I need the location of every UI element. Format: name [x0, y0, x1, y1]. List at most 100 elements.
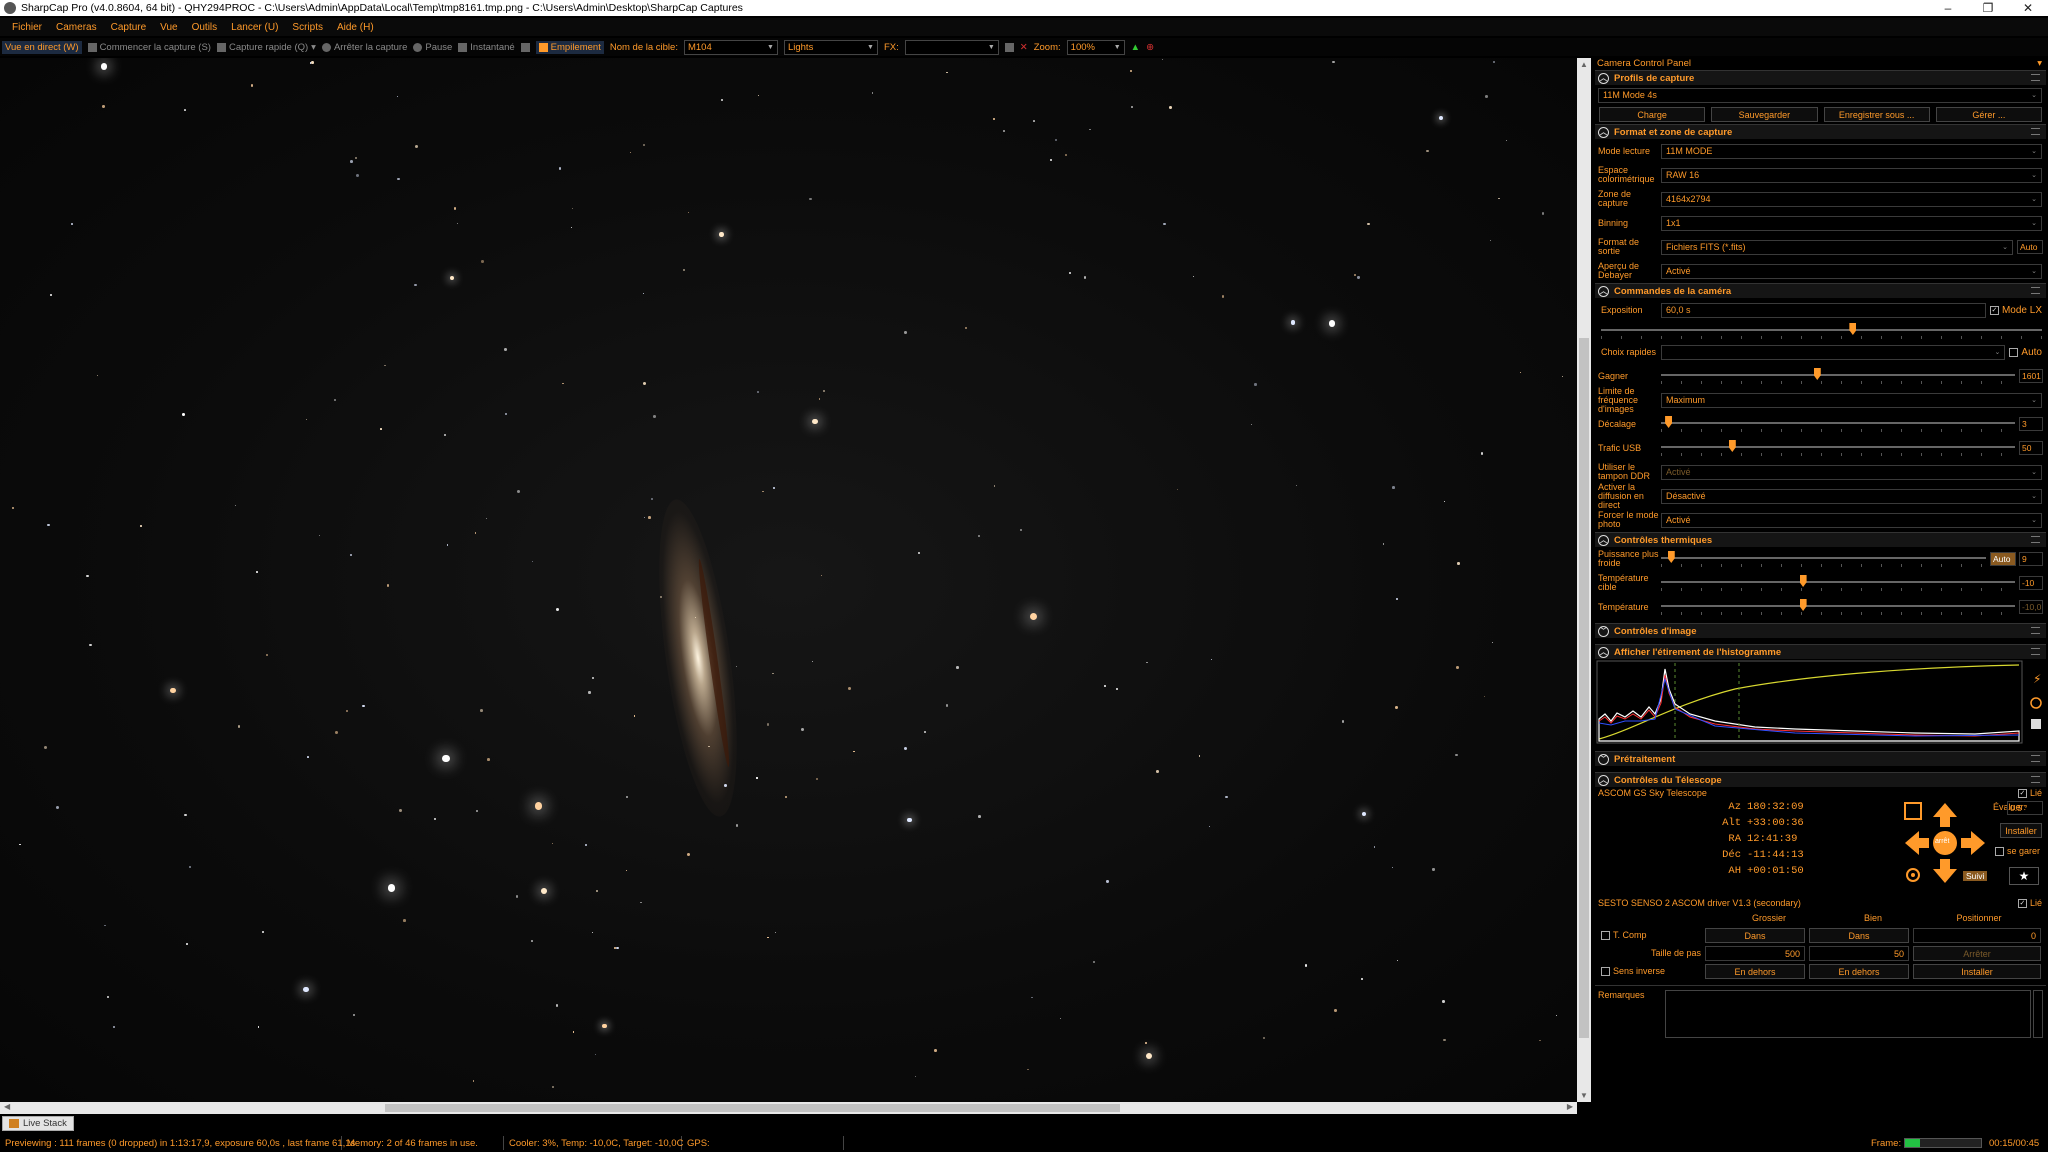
output-format-auto-button[interactable]: Auto — [2017, 240, 2043, 254]
horizontal-scroll-thumb[interactable] — [385, 1104, 1120, 1112]
exposure-slider-thumb[interactable] — [1849, 323, 1857, 335]
camera-controls-header[interactable]: ︿ Commandes de la caméra — [1595, 283, 2046, 298]
telescope-linked-checkbox[interactable]: ✓ — [2017, 788, 2027, 798]
menu-cameras[interactable]: Cameras — [56, 22, 97, 33]
scroll-down-icon[interactable]: ▼ — [1577, 1091, 1591, 1100]
collapse-icon[interactable]: ︿ — [1598, 72, 1609, 84]
format-header[interactable]: ︿ Format et zone de capture — [1595, 124, 2046, 139]
collapse-icon[interactable]: ︿ — [1598, 285, 1609, 297]
live-stack-tab[interactable]: Live Stack — [2, 1116, 74, 1131]
gain-slider-thumb[interactable] — [1813, 368, 1821, 380]
restore-button[interactable]: ❐ — [1968, 1, 2008, 15]
telescope-setup-button[interactable]: Installer — [2000, 823, 2042, 838]
quick-capture-button[interactable]: Capture rapide (Q) ▾ — [216, 42, 316, 53]
scroll-up-icon[interactable]: ▲ — [1577, 60, 1591, 69]
zoom-select[interactable]: 100% ▼ — [1066, 39, 1125, 55]
cooler-power-slider[interactable] — [1661, 550, 1986, 568]
thermal-header[interactable]: ︿ Contrôles thermiques — [1595, 532, 2046, 547]
exposure-slider[interactable] — [1601, 322, 2042, 340]
save-as-profile-button[interactable]: Enregistrer sous ... — [1823, 107, 1930, 122]
focuser-setup-button[interactable]: Installer — [1913, 964, 2041, 979]
coarse-in-button[interactable]: Dans — [1705, 928, 1805, 943]
position-input[interactable]: 0 — [1913, 928, 2041, 943]
collapse-icon[interactable]: ︿ — [1598, 126, 1609, 138]
expand-icon[interactable]: ﹀ — [1598, 625, 1609, 637]
star-icon[interactable]: ★ — [2009, 867, 2039, 885]
read-mode-select[interactable]: 11M MODE ⌄ — [1661, 143, 2042, 159]
drag-handle-icon[interactable] — [2031, 74, 2040, 81]
histogram-display[interactable]: ⚡ — [1595, 659, 2046, 747]
horizontal-scrollbar[interactable]: ◀ ▶ — [0, 1102, 1577, 1114]
manage-profiles-button[interactable]: Gérer ... — [1935, 107, 2042, 122]
drag-handle-icon[interactable] — [2031, 776, 2040, 783]
chevron-down-icon[interactable]: ▼ — [1114, 44, 1121, 51]
coarse-step-input[interactable]: 500 — [1705, 946, 1805, 961]
temp-comp-checkbox[interactable] — [1601, 930, 1610, 940]
preprocessing-header[interactable]: ﹀ Prétraitement — [1595, 751, 2046, 766]
image-controls-header[interactable]: ﹀ Contrôles d'image — [1595, 623, 2046, 638]
drag-handle-icon[interactable] — [2031, 755, 2040, 762]
live-stream-select[interactable]: Désactivé ⌄ — [1661, 488, 2042, 504]
save-profile-button[interactable]: Sauvegarder — [1711, 107, 1818, 122]
profile-select[interactable]: 11M Mode 4s ⌄ — [1598, 87, 2042, 103]
image-viewer[interactable] — [0, 58, 1577, 1102]
notes-textarea[interactable] — [1665, 990, 2031, 1038]
menu-aide[interactable]: Aide (H) — [337, 22, 374, 33]
tools-icon[interactable] — [520, 42, 530, 52]
ddr-buffer-select[interactable]: Activé ⌄ — [1661, 464, 2042, 480]
target-temp-slider-thumb[interactable] — [1799, 575, 1807, 587]
scroll-left-icon[interactable]: ◀ — [4, 1102, 10, 1111]
fps-limit-select[interactable]: Maximum ⌄ — [1661, 392, 2042, 408]
drag-handle-icon[interactable] — [2031, 287, 2040, 294]
offset-slider-thumb[interactable] — [1665, 416, 1673, 428]
collapse-icon[interactable]: ︿ — [1598, 646, 1609, 658]
chevron-down-icon[interactable]: ▼ — [867, 44, 874, 51]
menu-vue[interactable]: Vue — [160, 22, 177, 33]
minimize-button[interactable]: – — [1928, 1, 1968, 15]
coarse-out-button[interactable]: En dehors — [1705, 964, 1805, 979]
vertical-scrollbar[interactable]: ▲ ▼ — [1577, 58, 1591, 1102]
menu-scripts[interactable]: Scripts — [292, 22, 323, 33]
usb-traffic-value[interactable]: 50 — [2019, 441, 2043, 455]
frame-type-select[interactable]: Lights ▼ — [783, 39, 878, 55]
fine-step-input[interactable]: 50 — [1809, 946, 1909, 961]
telescope-header[interactable]: ︿ Contrôles du Télescope — [1595, 772, 2046, 787]
collapse-icon[interactable]: ︿ — [1598, 534, 1609, 546]
snapshot-button[interactable]: Instantané — [458, 42, 515, 53]
drag-handle-icon[interactable] — [2031, 128, 2040, 135]
park-checkbox[interactable] — [1995, 846, 2004, 856]
notes-scrollbar[interactable] — [2033, 990, 2043, 1038]
debayer-preview-select[interactable]: Activé ⌄ — [1661, 263, 2042, 279]
menu-capture[interactable]: Capture — [111, 22, 147, 33]
binning-select[interactable]: 1x1 ⌄ — [1661, 215, 2042, 231]
stop-capture-button[interactable]: Arrêter la capture — [321, 42, 407, 53]
slew-rate-select[interactable]: 0.5 ° — [2007, 801, 2043, 815]
pause-button[interactable]: Pause — [413, 42, 452, 53]
capture-area-select[interactable]: 4164x2794 ⌄ — [1661, 191, 2042, 207]
crosshair-icon[interactable]: ✕ — [1020, 42, 1028, 53]
menu-outils[interactable]: Outils — [192, 22, 218, 33]
expand-icon[interactable]: ﹀ — [1598, 753, 1609, 765]
load-profile-button[interactable]: Charge — [1599, 107, 1706, 122]
usb-traffic-slider-thumb[interactable] — [1728, 440, 1736, 452]
stop-slew-button[interactable]: arrêt — [1935, 838, 1949, 845]
usb-traffic-slider[interactable] — [1661, 439, 2015, 457]
pin-icon[interactable]: ▾ — [2037, 58, 2042, 70]
drag-handle-icon[interactable] — [2031, 627, 2040, 634]
chevron-down-icon[interactable]: ▼ — [988, 44, 995, 51]
grid-icon[interactable] — [1004, 42, 1014, 52]
gain-slider[interactable] — [1661, 367, 2015, 385]
reverse-checkbox[interactable] — [1601, 966, 1610, 976]
target-name-input[interactable]: M104 ▼ — [683, 39, 778, 55]
histogram-icon[interactable]: ▲ — [1131, 42, 1140, 53]
fine-out-button[interactable]: En dehors — [1809, 964, 1909, 979]
tracking-button[interactable]: Suivi — [1963, 871, 1988, 881]
start-capture-button[interactable]: Commencer la capture (S) — [87, 42, 211, 53]
mode-lx-checkbox[interactable]: ✓ — [1989, 305, 1999, 315]
vertical-scroll-thumb[interactable] — [1579, 338, 1589, 1038]
menu-lancer[interactable]: Lancer (U) — [231, 22, 278, 33]
fine-in-button[interactable]: Dans — [1809, 928, 1909, 943]
focuser-stop-button[interactable]: Arrêter — [1913, 946, 2041, 961]
zoom-tool-icon[interactable]: ⊕ — [1146, 42, 1154, 53]
gain-value[interactable]: 1601 — [2019, 369, 2043, 383]
